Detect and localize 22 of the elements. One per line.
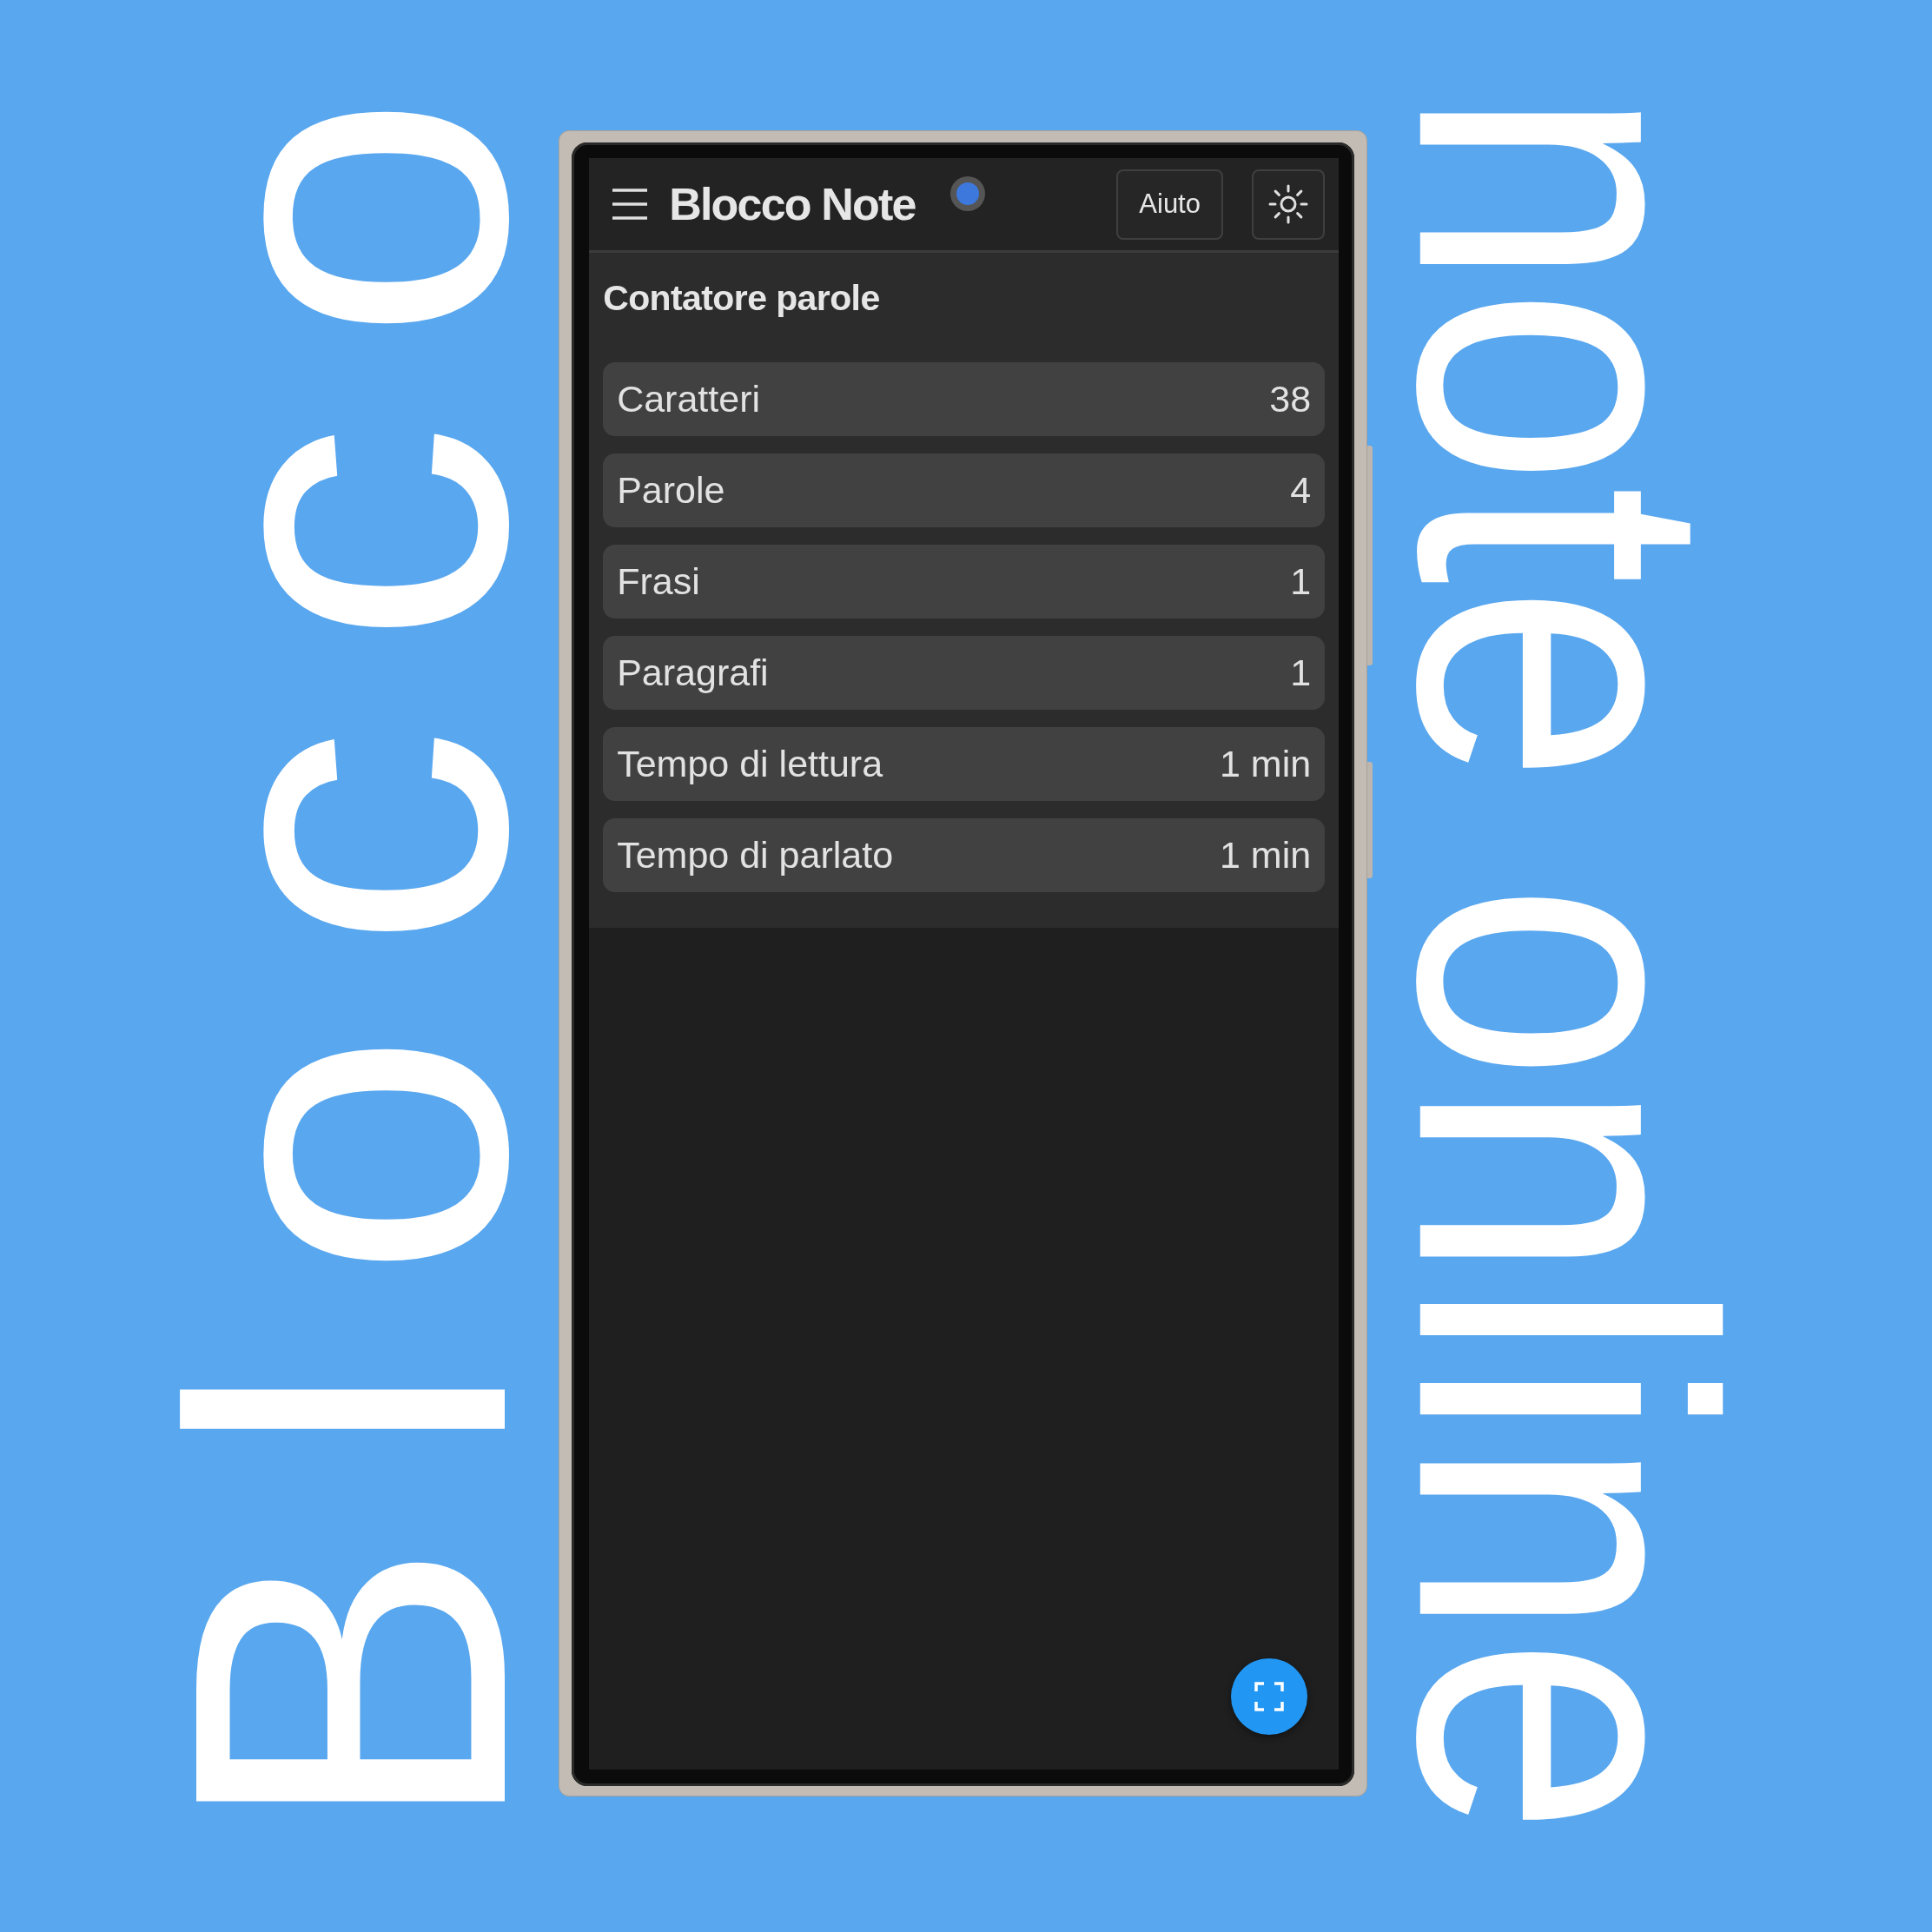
stat-value: 1 min [1220,834,1312,877]
stat-label: Caratteri [617,378,761,420]
fullscreen-icon [1254,1682,1285,1711]
status-dot-icon [949,176,985,211]
stat-label: Frasi [617,560,700,603]
brand-word: note online [1406,89,1724,1836]
menu-icon[interactable] [612,189,648,220]
stat-value: 1 [1290,560,1312,603]
theme-toggle-button[interactable] [1252,169,1326,240]
stat-label: Parole [617,469,725,512]
stat-value: 4 [1290,469,1312,512]
stat-value: 1 [1290,652,1312,694]
stat-value: 1 min [1220,743,1312,785]
stat-label: Tempo di parlato [617,834,894,877]
help-button[interactable]: Aiuto [1116,169,1224,240]
stat-label: Paragrafi [617,652,769,694]
panel-title: Contatore parole [603,277,880,320]
stat-label: Tempo di lettura [617,743,883,785]
app-title: Blocco Note [669,178,916,230]
stat-value: 38 [1269,378,1312,420]
sun-icon [1268,184,1309,224]
brand-word: Blocco [179,13,520,1838]
